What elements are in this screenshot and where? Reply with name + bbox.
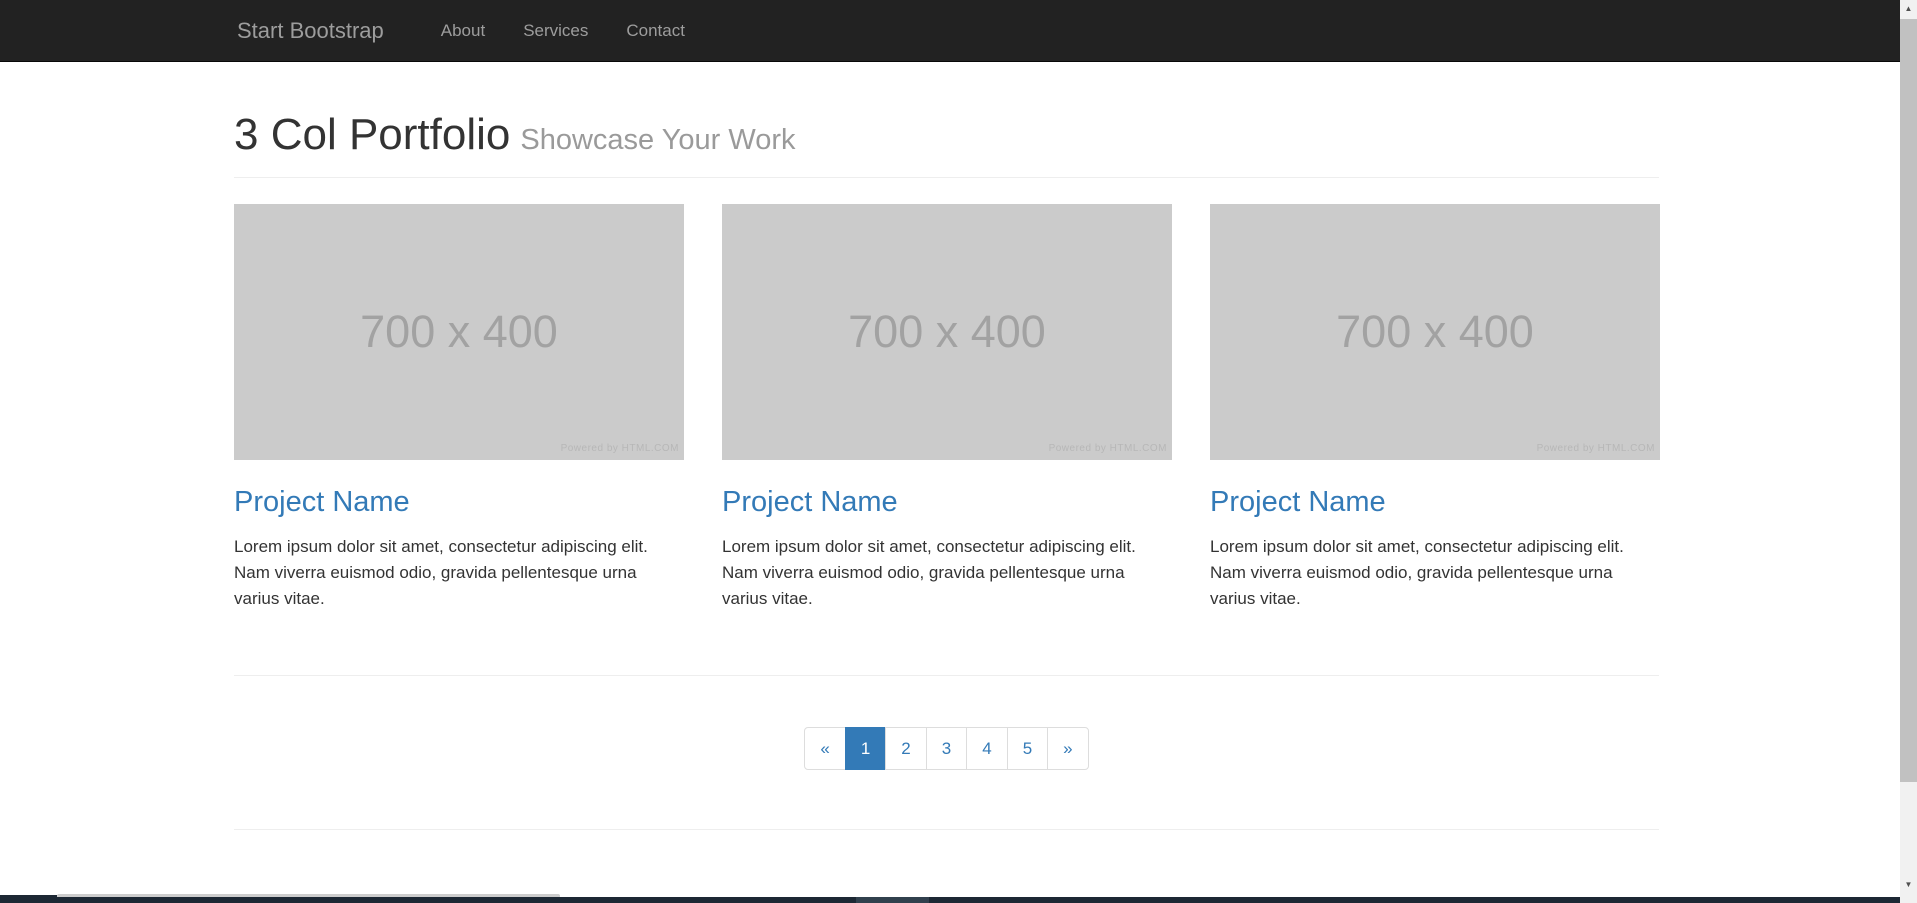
divider-above-footer (234, 829, 1659, 830)
pagination-page-1[interactable]: 1 (845, 727, 886, 770)
project-title-link-1[interactable]: Project Name (234, 487, 410, 518)
placeholder-label: 700 x 400 (848, 306, 1046, 358)
placeholder-label: 700 x 400 (360, 306, 558, 358)
pagination-prev[interactable]: « (804, 727, 845, 770)
page-header: 3 Col Portfolio Showcase Your Work (234, 111, 1659, 178)
taskbar-active-app-indicator (856, 897, 929, 903)
vertical-scrollbar[interactable]: ▲ ▼ (1900, 0, 1917, 903)
portfolio-card-3: 700 x 400 Powered by HTML.COM Project Na… (1210, 204, 1660, 612)
vertical-scrollbar-thumb[interactable] (1900, 19, 1917, 782)
pagination-page-4[interactable]: 4 (966, 727, 1007, 770)
project-description-3: Lorem ipsum dolor sit amet, consectetur … (1210, 534, 1660, 612)
navbar: Start Bootstrap About Services Contact (0, 0, 1900, 62)
project-description-1: Lorem ipsum dolor sit amet, consectetur … (234, 534, 684, 612)
project-title-link-3[interactable]: Project Name (1210, 487, 1386, 518)
pagination: « 1 2 3 4 5 » (804, 727, 1088, 770)
taskbar-edge-left (0, 895, 57, 903)
main-container: 3 Col Portfolio Showcase Your Work 700 x … (234, 62, 1659, 903)
scroll-up-arrow-icon[interactable]: ▲ (1900, 0, 1917, 17)
project-title-link-2[interactable]: Project Name (722, 487, 898, 518)
nav-link-about[interactable]: About (422, 21, 504, 41)
portfolio-card-2: 700 x 400 Powered by HTML.COM Project Na… (722, 204, 1172, 612)
placeholder-watermark: Powered by HTML.COM (561, 443, 679, 454)
taskbar-edge (0, 897, 1900, 903)
pagination-next[interactable]: » (1047, 727, 1088, 770)
page-title: 3 Col Portfolio Showcase Your Work (234, 111, 1659, 164)
navbar-inner: Start Bootstrap About Services Contact (237, 0, 1900, 61)
nav-link-services[interactable]: Services (504, 21, 607, 41)
nav-link-contact[interactable]: Contact (607, 21, 704, 41)
placeholder-watermark: Powered by HTML.COM (1049, 443, 1167, 454)
pagination-page-2[interactable]: 2 (885, 727, 926, 770)
project-image-link-3[interactable]: 700 x 400 Powered by HTML.COM (1210, 204, 1660, 460)
placeholder-watermark: Powered by HTML.COM (1537, 443, 1655, 454)
page-subtitle: Showcase Your Work (520, 124, 795, 156)
pagination-page-3[interactable]: 3 (926, 727, 967, 770)
portfolio-row: 700 x 400 Powered by HTML.COM Project Na… (234, 204, 1659, 612)
project-image-link-2[interactable]: 700 x 400 Powered by HTML.COM (722, 204, 1172, 460)
project-image-link-1[interactable]: 700 x 400 Powered by HTML.COM (234, 204, 684, 460)
project-description-2: Lorem ipsum dolor sit amet, consectetur … (722, 534, 1172, 612)
navbar-brand[interactable]: Start Bootstrap (237, 18, 384, 44)
portfolio-card-1: 700 x 400 Powered by HTML.COM Project Na… (234, 204, 684, 612)
placeholder-label: 700 x 400 (1336, 306, 1534, 358)
scroll-down-arrow-icon[interactable]: ▼ (1900, 876, 1917, 893)
page-title-text: 3 Col Portfolio (234, 110, 510, 159)
divider-above-pagination (234, 675, 1659, 676)
pagination-wrapper: « 1 2 3 4 5 » (234, 727, 1659, 770)
pagination-page-5[interactable]: 5 (1007, 727, 1048, 770)
